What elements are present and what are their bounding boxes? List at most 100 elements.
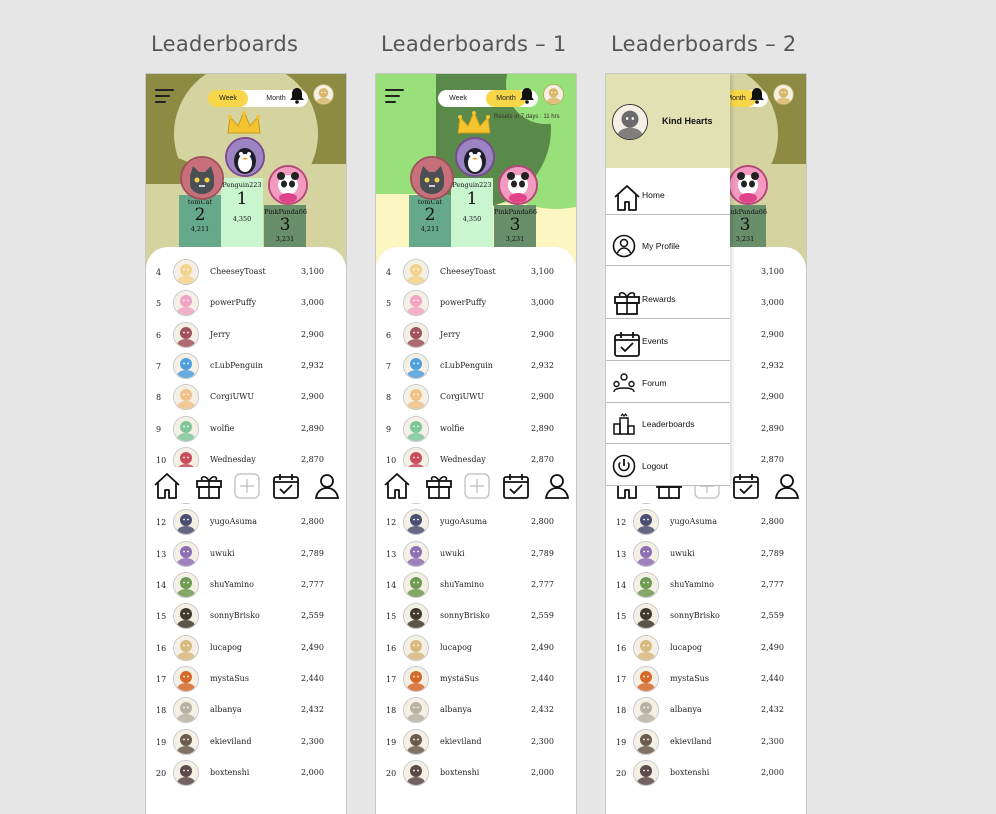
- leaderboard-row[interactable]: 16 lucapog 2,490: [606, 633, 806, 663]
- leaderboard-row[interactable]: 17 mystaSus 2,440: [146, 664, 346, 694]
- home-icon[interactable]: [152, 471, 182, 506]
- row-rank: 19: [156, 737, 167, 747]
- podium-avatar-panda[interactable]: [728, 165, 768, 205]
- leaderboard-row[interactable]: 20 boxtenshi 2,000: [606, 758, 806, 788]
- leaderboard-row[interactable]: 6 Jerry 2,900: [376, 320, 576, 350]
- leaderboard-row[interactable]: 9 wolfie 2,890: [146, 414, 346, 444]
- row-score: 2,890: [531, 423, 554, 433]
- plus-icon[interactable]: [232, 471, 262, 506]
- leaderboard-row[interactable]: 20 boxtenshi 2,000: [376, 758, 576, 788]
- user-icon[interactable]: [312, 471, 342, 506]
- leaderboard-row[interactable]: 9 wolfie 2,890: [376, 414, 576, 444]
- leaderboard-row[interactable]: 8 CorgiUWU 2,900: [376, 382, 576, 412]
- podium-avatar-panda[interactable]: [498, 165, 538, 205]
- profile-avatar[interactable]: [313, 84, 334, 105]
- leaderboard-row[interactable]: 7 cLubPenguin 2,932: [376, 351, 576, 381]
- leaderboard-row[interactable]: 14 shuYamino 2,777: [146, 570, 346, 600]
- calendar-check-icon[interactable]: [501, 471, 531, 506]
- leaderboard-row[interactable]: 19 ekieviland 2,300: [606, 727, 806, 757]
- profile-avatar[interactable]: [773, 84, 794, 105]
- leaderboard-row[interactable]: 15 sonnyBrisko 2,559: [376, 601, 576, 631]
- drawer-item-home[interactable]: Home: [606, 174, 730, 215]
- drawer-item-events[interactable]: Events: [606, 320, 730, 361]
- leaderboard-row[interactable]: 6 Jerry 2,900: [146, 320, 346, 350]
- row-username: yugoAsuma: [210, 517, 257, 527]
- leaderboard-icon: [612, 412, 636, 441]
- bell-icon[interactable]: [289, 87, 305, 109]
- profile-icon: [612, 234, 636, 263]
- leaderboard-row[interactable]: 13 uwuki 2,789: [606, 539, 806, 569]
- leaderboard-row[interactable]: 15 sonnyBrisko 2,559: [146, 601, 346, 631]
- podium-avatar-penguin[interactable]: [455, 137, 495, 177]
- drawer-item-label: Rewards: [642, 294, 676, 304]
- row-username: lucapog: [210, 642, 243, 652]
- drawer-item-rewards[interactable]: Rewards: [606, 278, 730, 319]
- row-rank: 12: [616, 518, 627, 528]
- user-icon[interactable]: [772, 471, 802, 506]
- drawer-item-my-profile[interactable]: My Profile: [606, 225, 730, 266]
- row-avatar: [173, 259, 199, 285]
- row-avatar: [403, 572, 429, 598]
- leaderboard-row[interactable]: 5 powerPuffy 3,000: [376, 288, 576, 318]
- podium-avatar-penguin[interactable]: [225, 137, 265, 177]
- row-avatar: [173, 572, 199, 598]
- hamburger-menu-icon[interactable]: [155, 88, 175, 109]
- row-score: 2,900: [301, 392, 324, 402]
- toggle-week[interactable]: Week: [438, 90, 478, 107]
- leaderboard-row[interactable]: 13 uwuki 2,789: [376, 539, 576, 569]
- row-rank: 5: [386, 299, 392, 309]
- leaderboard-row[interactable]: 7 cLubPenguin 2,932: [146, 351, 346, 381]
- leaderboard-row[interactable]: 17 mystaSus 2,440: [376, 664, 576, 694]
- row-username: yugoAsuma: [440, 517, 487, 527]
- bell-icon[interactable]: [749, 87, 765, 109]
- leaderboard-row[interactable]: 4 CheeseyToast 3,100: [146, 257, 346, 287]
- leaderboard-row[interactable]: 14 shuYamino 2,777: [376, 570, 576, 600]
- leaderboard-row[interactable]: 18 albanya 2,432: [146, 695, 346, 725]
- leaderboard-row[interactable]: 19 ekieviland 2,300: [146, 727, 346, 757]
- drawer-item-label: Events: [642, 336, 668, 346]
- row-avatar: [403, 321, 429, 348]
- home-icon[interactable]: [382, 471, 412, 506]
- leaderboard-row[interactable]: 15 sonnyBrisko 2,559: [606, 601, 806, 631]
- row-username: cLubPenguin: [440, 360, 493, 370]
- leaderboard-row[interactable]: 18 albanya 2,432: [376, 695, 576, 725]
- leaderboard-row[interactable]: 18 albanya 2,432: [606, 695, 806, 725]
- leaderboard-row[interactable]: 8 CorgiUWU 2,900: [146, 382, 346, 412]
- drawer-item-leaderboards[interactable]: Leaderboards: [606, 403, 730, 444]
- calendar-check-icon[interactable]: [271, 471, 301, 506]
- leaderboard-row[interactable]: 12 yugoAsuma 2,800: [606, 507, 806, 537]
- leaderboard-row[interactable]: 16 lucapog 2,490: [376, 633, 576, 663]
- leaderboard-row[interactable]: 5 powerPuffy 3,000: [146, 288, 346, 318]
- row-avatar: [173, 415, 199, 442]
- plus-icon[interactable]: [462, 471, 492, 506]
- profile-avatar[interactable]: [543, 84, 564, 105]
- drawer-item-logout[interactable]: Logout: [606, 445, 730, 486]
- leaderboard-row[interactable]: 12 yugoAsuma 2,800: [146, 507, 346, 537]
- bell-icon[interactable]: [519, 87, 535, 109]
- drawer-item-forum[interactable]: Forum: [606, 362, 730, 403]
- podium-avatar-cat[interactable]: [180, 156, 224, 200]
- leaderboard-row[interactable]: 20 boxtenshi 2,000: [146, 758, 346, 788]
- hamburger-menu-icon[interactable]: [385, 88, 405, 109]
- user-icon[interactable]: [542, 471, 572, 506]
- leaderboard-row[interactable]: 14 shuYamino 2,777: [606, 570, 806, 600]
- leaderboard-row[interactable]: 12 yugoAsuma 2,800: [376, 507, 576, 537]
- row-username: uwuki: [440, 548, 465, 558]
- row-rank: 20: [156, 768, 167, 778]
- leaderboard-row[interactable]: 19 ekieviland 2,300: [376, 727, 576, 757]
- gift-icon[interactable]: [424, 471, 454, 506]
- gift-icon[interactable]: [194, 471, 224, 506]
- leaderboard-row[interactable]: 13 uwuki 2,789: [146, 539, 346, 569]
- leaderboard-row[interactable]: 17 mystaSus 2,440: [606, 664, 806, 694]
- row-avatar: [403, 634, 429, 661]
- calendar-check-icon[interactable]: [731, 471, 761, 506]
- leaderboard-row[interactable]: 4 CheeseyToast 3,100: [376, 257, 576, 287]
- podium-avatar-cat[interactable]: [410, 156, 454, 200]
- toggle-week[interactable]: Week: [208, 90, 248, 107]
- leaderboard-row[interactable]: 16 lucapog 2,490: [146, 633, 346, 663]
- row-score: 2,789: [531, 548, 554, 558]
- row-rank: 13: [156, 549, 167, 559]
- row-username: CheeseyToast: [210, 267, 266, 276]
- row-rank: 16: [616, 643, 627, 653]
- podium-avatar-panda[interactable]: [268, 165, 308, 205]
